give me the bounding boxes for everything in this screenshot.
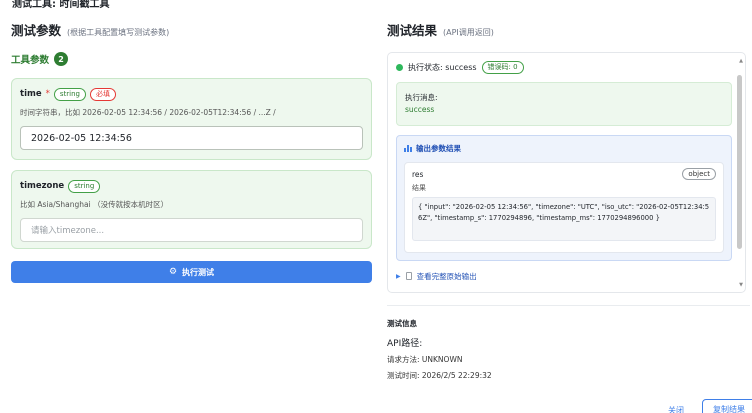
output-type-tag: object <box>682 168 716 180</box>
bar-chart-icon <box>404 144 412 152</box>
test-params-panel: 测试参数 (根据工具配置填写测试参数) 工具参数 2 time * string… <box>11 20 372 283</box>
param-card-time: time * string 必填 时间字符串，比如 2026-02-05 12:… <box>11 78 372 160</box>
run-test-label: 执行测试 <box>182 267 215 277</box>
message-label: 执行消息: <box>405 93 438 102</box>
output-param-name: res <box>412 169 424 179</box>
result-scrollbar[interactable]: ▲ ▼ <box>735 53 745 292</box>
type-tag: string <box>53 87 86 101</box>
status-row: 执行状态: success 错误码: 0 <box>396 60 732 74</box>
required-marker: * <box>45 89 50 99</box>
message-value: success <box>405 105 435 114</box>
tool-params-label: 工具参数 <box>11 55 50 66</box>
tool-params-header: 工具参数 2 <box>11 52 372 66</box>
param-name: time <box>20 89 42 99</box>
message-box: 执行消息: success <box>396 82 732 126</box>
test-params-subtitle: (根据工具配置填写测试参数) <box>67 28 170 37</box>
required-tag: 必填 <box>89 87 116 101</box>
result-scroll-area[interactable]: 执行状态: success 错误码: 0 执行消息: success 输出参数结… <box>387 52 746 293</box>
output-params-box: 输出参数结果 res object 结果 { "input": "2026-02… <box>396 135 732 261</box>
raw-output-label: 查看完整原始输出 <box>416 271 477 281</box>
output-json-value: { "input": "2026-02-05 12:34:56", "timez… <box>412 197 716 241</box>
timezone-input[interactable]: 请输入timezone... <box>20 218 363 242</box>
window-title: 测试工具: 时间戳工具 <box>12 0 110 10</box>
triangle-right-icon: ▶ <box>396 272 401 280</box>
output-params-title: 输出参数结果 <box>416 143 461 153</box>
gear-icon: ⚙ <box>168 267 178 277</box>
param-head-time: time * string 必填 <box>20 87 363 101</box>
scrollbar-thumb[interactable] <box>737 75 742 249</box>
param-head-timezone: timezone string <box>20 179 363 193</box>
output-param-card: res object 结果 { "input": "2026-02-05 12:… <box>404 162 724 253</box>
test-result-title: 测试结果 <box>387 23 438 38</box>
close-button[interactable]: 关闭 <box>668 405 684 413</box>
param-card-timezone: timezone string 比如 Asia/Shanghai （没传就按本机… <box>11 170 372 249</box>
test-info-title: 测试信息 <box>387 319 417 328</box>
error-code-badge: 错误码: 0 <box>481 60 524 74</box>
test-time: 测试时间: 2026/2/5 22:29:32 <box>387 371 492 380</box>
status-text: 执行状态: success <box>408 62 477 72</box>
document-icon <box>405 272 412 280</box>
param-description: 比如 Asia/Shanghai （没传就按本机时区） <box>20 200 169 209</box>
test-result-header: 测试结果 (API调用返回) <box>387 20 747 38</box>
run-test-button[interactable]: ⚙ 执行测试 <box>11 261 372 283</box>
test-params-title: 测试参数 <box>11 23 62 38</box>
type-tag: string <box>68 179 101 193</box>
output-param-head: res object <box>412 168 716 180</box>
test-result-panel: 测试结果 (API调用返回) 执行状态: success 错误码: 0 执行消息… <box>387 20 747 293</box>
test-result-subtitle: (API调用返回) <box>443 28 494 37</box>
tool-params-count-badge: 2 <box>54 52 69 66</box>
raw-output-toggle[interactable]: ▶ 查看完整原始输出 <box>396 270 732 282</box>
scroll-up-arrow-icon[interactable]: ▲ <box>739 58 743 64</box>
output-params-header: 输出参数结果 <box>404 142 724 154</box>
time-input[interactable]: 2026-02-05 12:34:56 <box>20 126 363 150</box>
param-name: timezone <box>20 181 65 191</box>
param-description: 时间字符串，比如 2026-02-05 12:34:56 / 2026-02-0… <box>20 108 276 117</box>
status-dot-icon <box>396 63 403 71</box>
copy-result-button[interactable]: 复制结果 <box>702 399 752 413</box>
test-params-header: 测试参数 (根据工具配置填写测试参数) <box>11 20 372 38</box>
result-content: 执行状态: success 错误码: 0 执行消息: success 输出参数结… <box>396 53 732 282</box>
divider <box>387 305 750 306</box>
test-info-section: 测试信息 API路径: 请求方法: UNKNOWN 测试时间: 2026/2/5… <box>387 318 747 381</box>
request-method: 请求方法: UNKNOWN <box>387 355 463 364</box>
scroll-down-arrow-icon[interactable]: ▼ <box>739 282 743 288</box>
api-path: API路径: <box>387 339 423 349</box>
output-param-description: 结果 <box>412 184 426 192</box>
